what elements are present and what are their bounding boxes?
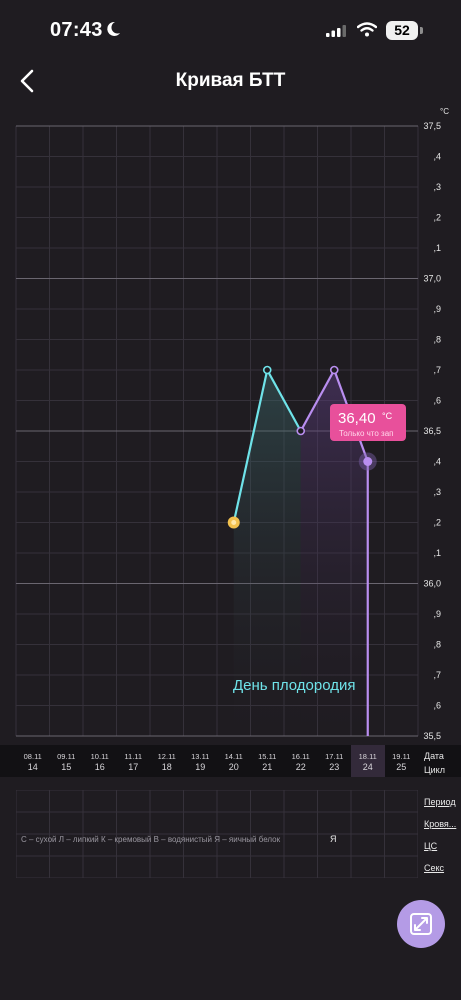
y-tick-label: ,8: [433, 640, 441, 650]
date-cell-cycle-day: 18: [161, 762, 172, 772]
data-point: [262, 365, 272, 375]
ovulation-marker-core: [231, 520, 237, 525]
date-cell-date: 14.11: [224, 752, 243, 761]
y-tick-label: ,1: [433, 243, 441, 253]
observations-panel: С – сухой Л – липкий К – кремовый В – во…: [0, 790, 461, 880]
y-tick-label: ,7: [433, 670, 441, 680]
y-tick-label: ,9: [433, 304, 441, 314]
date-cell[interactable]: 14.11 20: [217, 745, 251, 777]
date-label: Дата: [424, 751, 444, 761]
y-tick-label: ,2: [433, 213, 441, 223]
date-cell[interactable]: 12.11 18: [150, 745, 184, 777]
date-cell-cycle-day: 19: [195, 762, 206, 772]
date-cell-cycle-day: 20: [228, 762, 239, 772]
row-link-cs[interactable]: ЦС: [424, 841, 437, 851]
observations-grid: [16, 790, 418, 878]
row-link-bleeding[interactable]: Кровя...: [424, 819, 456, 829]
data-point: [296, 426, 306, 436]
y-tick-label: ,6: [433, 701, 441, 711]
bbt-chart[interactable]: 37,5 ,4 ,3 ,2 ,1 37,0 ,9 ,8 ,7 ,6 36,5 ,4 ,3 ,2 ,1 36,0…: [0, 104, 461, 744]
expand-icon: [410, 913, 432, 935]
mucus-mark[interactable]: Я: [330, 834, 337, 844]
y-axis-unit: °C: [440, 107, 449, 116]
date-cell-date: 11.11: [124, 752, 143, 761]
cycle-label: Цикл: [424, 765, 445, 775]
date-cell[interactable]: 10.11 16: [83, 745, 117, 777]
mucus-legend: С – сухой Л – липкий К – кремовый В – во…: [21, 835, 281, 844]
y-tick-label: ,8: [433, 335, 441, 345]
wifi-icon: [356, 22, 378, 42]
date-cell-date: 16.11: [291, 752, 310, 761]
y-tick-label: 37,0: [423, 274, 441, 284]
date-cell[interactable]: 13.11 19: [184, 745, 218, 777]
date-cell-cycle-day: 17: [128, 762, 139, 772]
date-cell-cycle-day: 21: [262, 762, 273, 772]
y-tick-label: 35,5: [423, 731, 441, 741]
nav-bar: Кривая БТТ: [0, 60, 461, 104]
date-row-labels: Дата Цикл: [424, 749, 445, 777]
data-point: [329, 365, 339, 375]
date-cell-date: 18.11: [358, 752, 377, 761]
bbt-chart-svg: 37,5 ,4 ,3 ,2 ,1 37,0 ,9 ,8 ,7 ,6 36,5 ,4 ,3 ,2 ,1 36,0…: [15, 107, 449, 741]
date-cell-date: 13.11: [191, 752, 210, 761]
expand-button[interactable]: [397, 900, 445, 948]
date-cell[interactable]: 15.11 21: [251, 745, 285, 777]
date-cell-cycle-day: 25: [396, 762, 407, 772]
date-cell[interactable]: 18.11 24: [351, 745, 385, 777]
battery-tip: [420, 27, 423, 34]
y-tick-label: ,4: [433, 152, 441, 162]
date-cell-cycle-day: 22: [295, 762, 306, 772]
date-cell[interactable]: 08.11 14: [16, 745, 50, 777]
fertile-day-label: День плодородия: [233, 677, 356, 694]
date-cell-cycle-day: 16: [94, 762, 105, 772]
y-tick-label: ,1: [433, 548, 441, 558]
date-cell-date: 08.11: [23, 752, 42, 761]
date-cell-cycle-day: 14: [27, 762, 38, 772]
y-tick-label: ,2: [433, 518, 441, 528]
status-time: 07:43: [50, 19, 103, 41]
date-cell-cycle-day: 23: [329, 762, 340, 772]
status-bar: 07:43 52: [0, 0, 461, 60]
date-cell[interactable]: 11.11 17: [117, 745, 151, 777]
date-cell-date: 10.11: [90, 752, 109, 761]
date-row: Дата Цикл 08.11 14 09.11 15 10.11 16 11.11 17 12…: [0, 745, 461, 777]
date-cell-date: 17.11: [325, 752, 344, 761]
date-cell-cycle-day: 15: [61, 762, 72, 772]
y-tick-label: 37,5: [423, 121, 441, 131]
tooltip-value: 36,40: [338, 410, 376, 427]
date-cell[interactable]: 17.11 23: [318, 745, 352, 777]
y-tick-label: ,3: [433, 487, 441, 497]
date-cell-cycle-day: 24: [362, 762, 373, 772]
date-cell[interactable]: 16.11 22: [284, 745, 318, 777]
date-cell-date: 19.11: [392, 752, 411, 761]
y-tick-label: ,6: [433, 396, 441, 406]
y-tick-label: 36,5: [423, 426, 441, 436]
y-tick-label: ,7: [433, 365, 441, 375]
y-tick-label: ,4: [433, 457, 441, 467]
date-cell-date: 15.11: [258, 752, 277, 761]
tooltip-unit: °C: [382, 411, 393, 421]
page-title: Кривая БТТ: [175, 70, 286, 91]
cellular-signal-icon: [326, 24, 346, 42]
moon-icon: [104, 20, 122, 43]
row-link-period[interactable]: Период: [424, 797, 456, 807]
battery-icon: 52: [386, 21, 418, 40]
y-tick-label: ,3: [433, 182, 441, 192]
row-link-sex[interactable]: Секс: [424, 863, 444, 873]
y-tick-label: ,9: [433, 609, 441, 619]
date-cell-date: 12.11: [157, 752, 176, 761]
selected-data-point: [363, 457, 373, 466]
tooltip-note: Только что зап: [339, 429, 394, 438]
date-cell-date: 09.11: [57, 752, 76, 761]
date-cell[interactable]: 19.11 25: [385, 745, 419, 777]
y-tick-label: 36,0: [423, 579, 441, 589]
date-cell[interactable]: 09.11 15: [50, 745, 84, 777]
